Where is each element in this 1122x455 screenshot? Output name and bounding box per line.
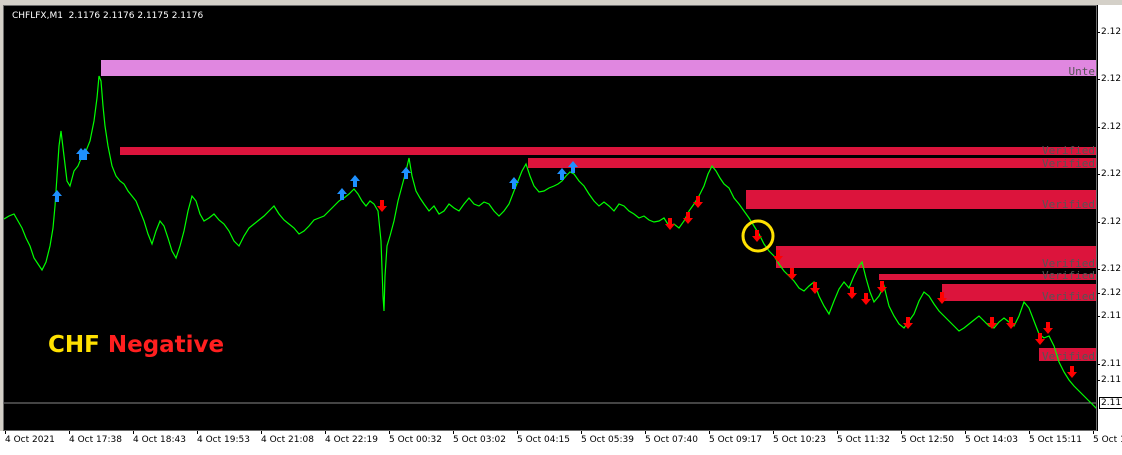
chart-plot-area[interactable]: Unte Verified Verified Verified Verified Veri… (3, 5, 1097, 431)
sell-arrow (861, 293, 871, 305)
price-tick: 2.12 (1098, 288, 1122, 298)
sell-arrow (847, 287, 857, 299)
time-axis[interactable]: 4 Oct 2021 4 Oct 17:38 4 Oct 18:43 4 Oct… (0, 431, 1122, 455)
caption-sentiment: Negative (107, 332, 225, 358)
time-tick: 5 Oct 10:23 (773, 431, 826, 445)
buy-arrow (52, 190, 62, 202)
buy-arrow (337, 188, 347, 200)
price-tick: 2.12 (1098, 217, 1122, 227)
caption-currency: CHF (48, 332, 100, 358)
time-tick: 5 Oct 07:40 (645, 431, 698, 445)
current-price-marker: 2.11 (1099, 397, 1122, 409)
price-tick: 2.11 (1098, 311, 1122, 321)
price-tick: 2.12 (1098, 169, 1122, 179)
chart-caption: CHF Negative (48, 332, 224, 358)
time-tick: 5 Oct 12:50 (901, 431, 954, 445)
sell-arrow (1067, 366, 1077, 378)
price-tick: 2.12 (1098, 122, 1122, 132)
sell-arrow (787, 268, 797, 280)
time-tick: 4 Oct 22:19 (325, 431, 378, 445)
time-tick: 5 Oct 14:03 (965, 431, 1018, 445)
sell-arrow (752, 230, 762, 242)
time-tick: 4 Oct 21:08 (261, 431, 314, 445)
sr-zone-label: Verified (1042, 350, 1095, 363)
sr-zone (120, 147, 1096, 155)
time-tick: 5 Oct 1 (1093, 431, 1122, 445)
sr-zone-label: Verified (1042, 269, 1095, 282)
sell-arrow (987, 317, 997, 329)
price-line (4, 75, 1096, 409)
price-tick: 2.11 (1098, 359, 1122, 369)
symbol-ohlc-label: CHFLFX,M1 2.1176 2.1176 2.1175 2.1176 (12, 11, 204, 21)
buy-arrow (350, 175, 360, 187)
sell-arrow (1006, 317, 1016, 329)
price-axis[interactable]: 2.12 2.12 2.12 2.12 2.12 2.12 2.12 2.11 … (1097, 5, 1122, 431)
sr-zone-label: Verified (1042, 198, 1095, 211)
sr-zone-label: Verified (1042, 290, 1095, 303)
price-tick: 2.12 (1098, 27, 1122, 37)
sell-arrow (693, 196, 703, 208)
time-tick: 4 Oct 17:38 (69, 431, 122, 445)
time-tick: 5 Oct 04:15 (517, 431, 570, 445)
time-tick: 5 Oct 11:32 (837, 431, 890, 445)
time-tick: 5 Oct 09:17 (709, 431, 762, 445)
time-tick: 5 Oct 00:32 (389, 431, 442, 445)
price-tick: 2.11 (1098, 375, 1122, 385)
sell-arrow (1035, 333, 1045, 345)
time-tick: 5 Oct 15:11 (1029, 431, 1082, 445)
time-tick: 5 Oct 05:39 (581, 431, 634, 445)
chart-canvas: UnteVerifiedVerifiedVerifiedVerifiedVeri… (4, 60, 1096, 409)
buy-arrow (401, 167, 411, 179)
sell-arrow (377, 200, 387, 212)
sr-zone-label: Unte (1069, 65, 1096, 78)
sell-arrow (1043, 322, 1053, 334)
time-tick: 4 Oct 18:43 (133, 431, 186, 445)
price-tick: 2.12 (1098, 264, 1122, 274)
buy-arrow (509, 177, 519, 189)
sell-arrow (683, 212, 693, 224)
sr-zone-label: Verified (1042, 157, 1095, 170)
sell-arrow (665, 218, 675, 230)
sr-zone (101, 60, 1096, 76)
time-tick: 4 Oct 19:53 (197, 431, 250, 445)
price-tick: 2.12 (1098, 74, 1122, 84)
sr-zone-label: Verified (1042, 144, 1095, 157)
sr-zone (528, 158, 1096, 168)
buy-arrow (557, 168, 567, 180)
time-tick: 4 Oct 2021 (5, 431, 55, 445)
terminal-chart-window: Unte Verified Verified Verified Verified Veri… (0, 0, 1122, 455)
time-tick: 5 Oct 03:02 (453, 431, 506, 445)
